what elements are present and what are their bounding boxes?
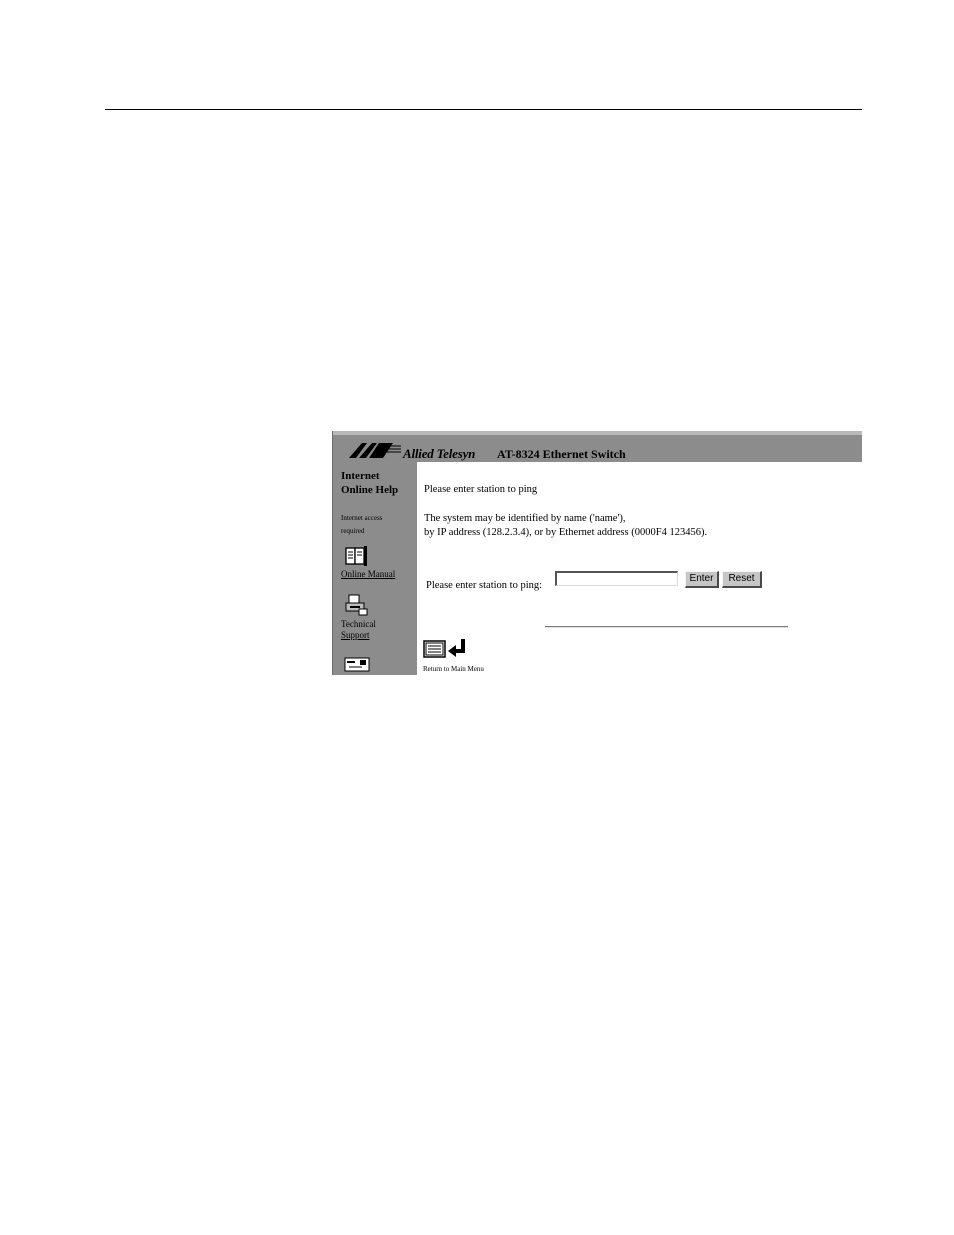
browser-screenshot: Allied Telesyn AT-8324 Ethernet Switch I… — [332, 431, 862, 675]
main-content: Please enter station to ping The system … — [417, 462, 862, 675]
description-line2: by IP address (128.2.3.4), or by Etherne… — [424, 527, 708, 538]
reset-button[interactable]: Reset — [722, 571, 762, 588]
return-to-main-menu-link[interactable]: Return to Main Menu — [423, 665, 484, 673]
envelope-icon[interactable] — [344, 656, 370, 672]
printer-icon[interactable] — [344, 594, 368, 616]
horizontal-divider — [545, 626, 788, 628]
allied-telesyn-logo-icon — [349, 443, 401, 458]
book-icon[interactable] — [344, 545, 368, 567]
sidebar-title-line1: Internet — [341, 470, 380, 482]
product-title: AT-8324 Ethernet Switch — [497, 447, 626, 461]
sidebar-title-line2: Online Help — [341, 484, 399, 496]
sidebar-note-line2: required — [341, 527, 365, 535]
sidebar-title: Internet Online Help — [341, 469, 417, 497]
technical-support-link[interactable]: Support — [341, 630, 417, 641]
description: The system may be identified by name ('n… — [424, 512, 707, 540]
sidebar-note: Internet access required — [341, 512, 417, 538]
help-sidebar: Internet Online Help Internet access req… — [333, 462, 417, 675]
description-line1: The system may be identified by name ('n… — [424, 513, 626, 524]
enter-button[interactable]: Enter — [685, 571, 719, 588]
page-heading: Please enter station to ping — [424, 484, 538, 495]
station-input-label: Please enter station to ping: — [426, 580, 543, 591]
sidebar-note-line1: Internet access — [341, 514, 383, 522]
online-manual-link[interactable]: Online Manual — [341, 569, 417, 580]
technical-support-label: Technical — [341, 619, 376, 629]
header-banner: Allied Telesyn AT-8324 Ethernet Switch — [333, 431, 862, 462]
brand-name: Allied Telesyn — [403, 446, 476, 461]
return-to-main-menu-icon[interactable] — [423, 637, 469, 661]
page-top-rule — [105, 109, 862, 110]
station-input[interactable] — [555, 571, 678, 586]
